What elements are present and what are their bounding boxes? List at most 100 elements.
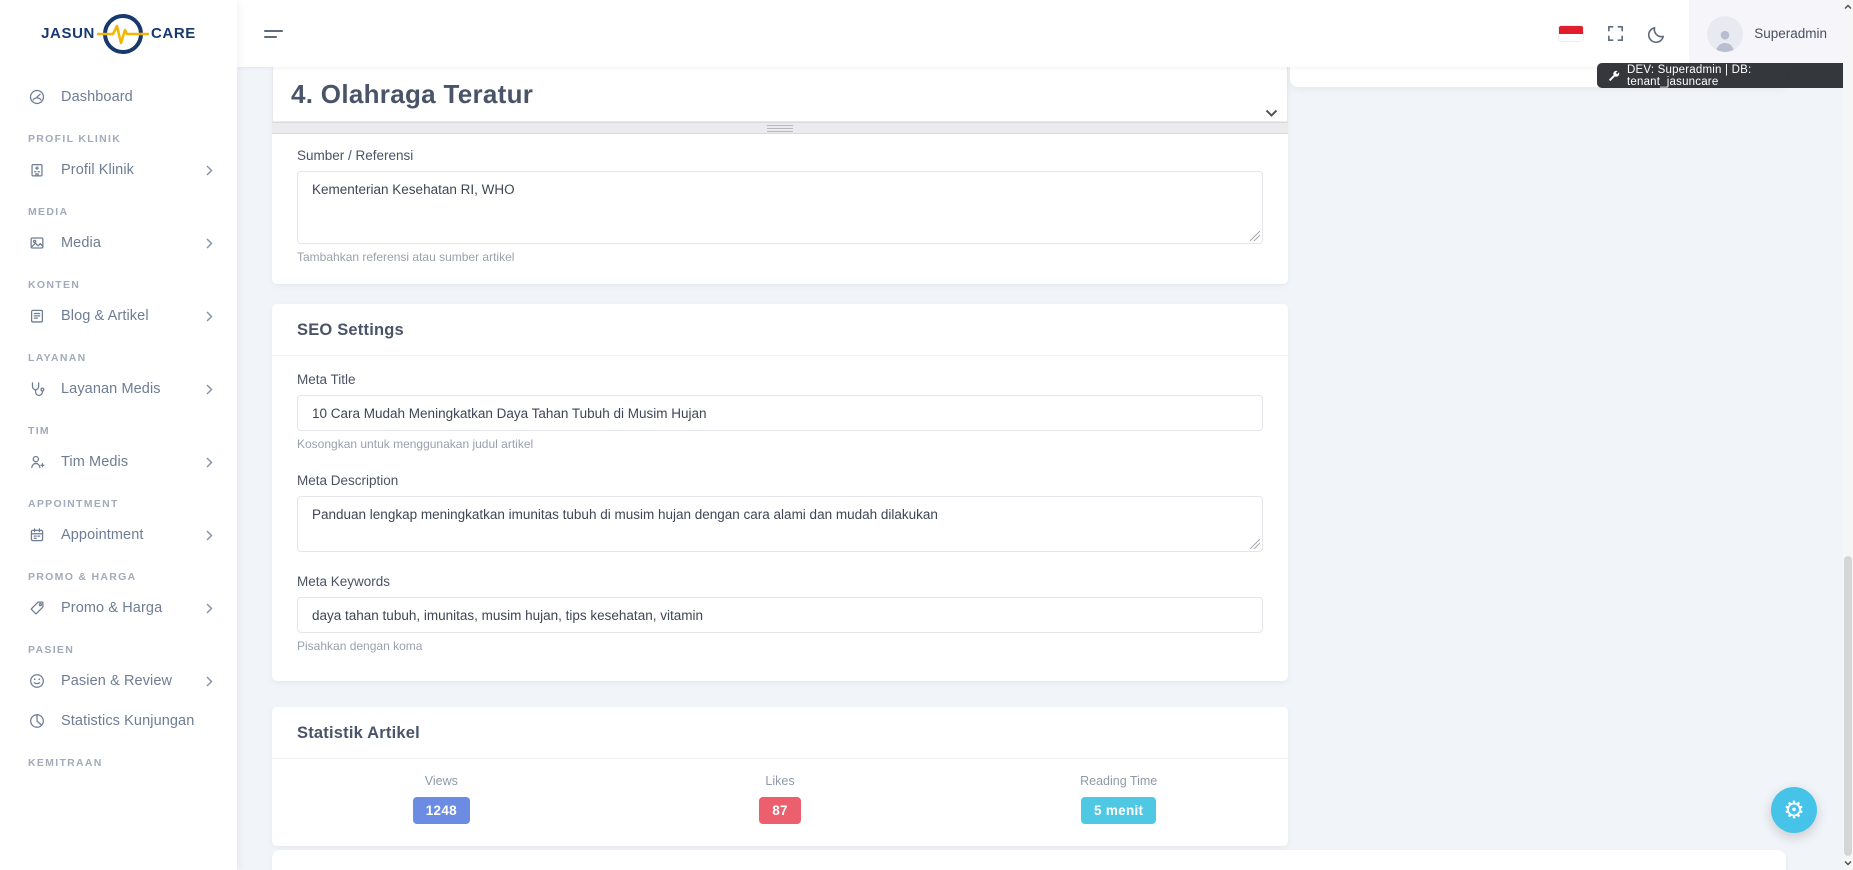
sidebar-item-label: Media bbox=[61, 235, 101, 251]
sidebar-item-dashboard[interactable]: Dashboard bbox=[28, 77, 213, 117]
wrench-icon bbox=[1608, 70, 1620, 82]
section-title-field[interactable]: 4. Olahraga Teratur bbox=[272, 67, 1288, 122]
sidebar-item-label: Appointment bbox=[61, 527, 144, 543]
fullscreen-icon[interactable] bbox=[1606, 24, 1625, 43]
sidebar-item-label: Profil Klinik bbox=[61, 162, 134, 178]
tag-icon bbox=[28, 599, 46, 617]
sidebar-item-blog-artikel[interactable]: Blog & Artikel bbox=[28, 296, 213, 336]
section-title-text: 4. Olahraga Teratur bbox=[291, 79, 533, 110]
settings-fab-button[interactable]: ⚙ bbox=[1771, 787, 1817, 833]
window-scrollbar[interactable] bbox=[1843, 0, 1853, 870]
dev-environment-badge: DEV: Superadmin | DB: tenant_jasuncare bbox=[1597, 63, 1853, 88]
sidebar-item-layanan-medis[interactable]: Layanan Medis bbox=[28, 369, 213, 409]
language-flag-icon[interactable] bbox=[1558, 25, 1584, 42]
top-header: Superadmin bbox=[237, 0, 1853, 67]
chevron-right-icon bbox=[206, 238, 213, 249]
sidebar-item-label: Dashboard bbox=[61, 89, 133, 105]
scroll-down-icon[interactable] bbox=[1843, 860, 1853, 866]
user-name: Superadmin bbox=[1754, 26, 1827, 41]
sidebar-item-label: Pasien & Review bbox=[61, 673, 172, 689]
sidebar-item-label: Promo & Harga bbox=[61, 600, 162, 616]
page-content: 4. Olahraga Teratur Sumber / Referensi K… bbox=[237, 67, 1843, 870]
image-icon bbox=[28, 234, 46, 252]
sidebar-section-header: APPOINTMENT bbox=[28, 498, 213, 510]
stat-label: Views bbox=[272, 774, 611, 788]
textarea-resize-grip-icon[interactable] bbox=[1250, 231, 1260, 241]
seo-settings-card: SEO Settings Meta Title Kosongkan untuk … bbox=[272, 304, 1288, 681]
sidebar-toggle-icon[interactable] bbox=[264, 26, 286, 42]
meta-title-label: Meta Title bbox=[297, 372, 1263, 387]
sidebar-item-profil-klinik[interactable]: Profil Klinik bbox=[28, 150, 213, 190]
pie-chart-icon bbox=[28, 712, 46, 730]
stats-card-title: Statistik Artikel bbox=[297, 724, 420, 742]
sidebar-item-statistics-kunjungan[interactable]: Statistics Kunjungan bbox=[28, 701, 213, 741]
dark-mode-moon-icon[interactable] bbox=[1647, 24, 1667, 44]
meta-description-textarea[interactable]: Panduan lengkap meningkatkan imunitas tu… bbox=[297, 496, 1263, 552]
meta-title-helper: Kosongkan untuk menggunakan judul artike… bbox=[297, 437, 1263, 451]
next-section-card bbox=[272, 850, 1786, 870]
sidebar: JASUN CARE Dashboard PROFIL KLINIK Profil … bbox=[0, 0, 237, 870]
editor-resize-handle[interactable] bbox=[272, 122, 1288, 134]
meta-title-input[interactable] bbox=[297, 395, 1263, 431]
stat-value-badge: 5 menit bbox=[1081, 797, 1156, 824]
dev-badge-text: DEV: Superadmin | DB: tenant_jasuncare bbox=[1627, 64, 1842, 88]
smile-icon bbox=[28, 672, 46, 690]
meta-description-label: Meta Description bbox=[297, 473, 1263, 488]
sidebar-item-label: Layanan Medis bbox=[61, 381, 161, 397]
stat-label: Likes bbox=[611, 774, 950, 788]
meta-keywords-input[interactable] bbox=[297, 597, 1263, 633]
sidebar-item-pasien-review[interactable]: Pasien & Review bbox=[28, 661, 213, 701]
sidebar-item-promo-harga[interactable]: Promo & Harga bbox=[28, 588, 213, 628]
sidebar-section-header: MEDIA bbox=[28, 206, 213, 218]
chevron-right-icon bbox=[206, 530, 213, 541]
chevron-right-icon bbox=[206, 311, 213, 322]
brand-text-left: JASUN bbox=[41, 25, 95, 42]
stat-likes: Likes 87 bbox=[611, 774, 950, 824]
chevron-down-icon[interactable] bbox=[1265, 109, 1278, 118]
sidebar-section-header: PROMO & HARGA bbox=[28, 571, 213, 583]
article-statistics-card: Statistik Artikel Views 1248 Likes 87 Readin… bbox=[272, 707, 1288, 846]
meta-keywords-helper: Pisahkan dengan koma bbox=[297, 639, 1263, 653]
article-section-card: 4. Olahraga Teratur Sumber / Referensi K… bbox=[272, 67, 1288, 284]
sumber-referensi-label: Sumber / Referensi bbox=[297, 148, 1263, 163]
brand-text-right: CARE bbox=[151, 25, 196, 42]
scroll-up-icon[interactable] bbox=[1843, 4, 1853, 10]
team-icon bbox=[28, 453, 46, 471]
stethoscope-icon bbox=[28, 380, 46, 398]
brand-logo[interactable]: JASUN CARE bbox=[0, 0, 237, 67]
user-menu[interactable]: Superadmin bbox=[1689, 0, 1853, 67]
sumber-referensi-helper: Tambahkan referensi atau sumber artikel bbox=[297, 250, 1263, 264]
sidebar-item-label: Tim Medis bbox=[61, 454, 128, 470]
sidebar-item-tim-medis[interactable]: Tim Medis bbox=[28, 442, 213, 482]
textarea-resize-grip-icon[interactable] bbox=[1250, 539, 1260, 549]
chevron-right-icon bbox=[206, 603, 213, 614]
sidebar-item-media[interactable]: Media bbox=[28, 223, 213, 263]
sidebar-section-header: TIM bbox=[28, 425, 213, 437]
avatar bbox=[1707, 16, 1743, 52]
chevron-right-icon bbox=[206, 676, 213, 687]
clinic-icon bbox=[28, 161, 46, 179]
heartbeat-logo-icon bbox=[97, 11, 149, 57]
chevron-right-icon bbox=[206, 384, 213, 395]
stat-views: Views 1248 bbox=[272, 774, 611, 824]
sidebar-item-label: Statistics Kunjungan bbox=[61, 713, 194, 729]
sidebar-item-label: Blog & Artikel bbox=[61, 308, 149, 324]
calendar-icon bbox=[28, 526, 46, 544]
sidebar-section-header: PASIEN bbox=[28, 644, 213, 656]
sidebar-item-appointment[interactable]: Appointment bbox=[28, 515, 213, 555]
stat-value-badge: 1248 bbox=[413, 797, 470, 824]
scrollbar-thumb[interactable] bbox=[1844, 556, 1852, 856]
sidebar-menu: Dashboard PROFIL KLINIK Profil Klinik MEDIA… bbox=[0, 67, 237, 769]
stat-reading-time: Reading Time 5 menit bbox=[949, 774, 1288, 824]
stat-value-badge: 87 bbox=[759, 797, 801, 824]
sidebar-section-header: PROFIL KLINIK bbox=[28, 133, 213, 145]
chevron-right-icon bbox=[206, 165, 213, 176]
sumber-referensi-textarea[interactable]: Kementerian Kesehatan RI, WHO bbox=[297, 171, 1263, 244]
dashboard-icon bbox=[28, 88, 46, 106]
seo-card-title: SEO Settings bbox=[297, 321, 404, 339]
sidebar-section-header: KEMITRAAN bbox=[28, 757, 213, 769]
sidebar-section-header: LAYANAN bbox=[28, 352, 213, 364]
stat-label: Reading Time bbox=[949, 774, 1288, 788]
meta-keywords-label: Meta Keywords bbox=[297, 574, 1263, 589]
sidebar-section-header: KONTEN bbox=[28, 279, 213, 291]
